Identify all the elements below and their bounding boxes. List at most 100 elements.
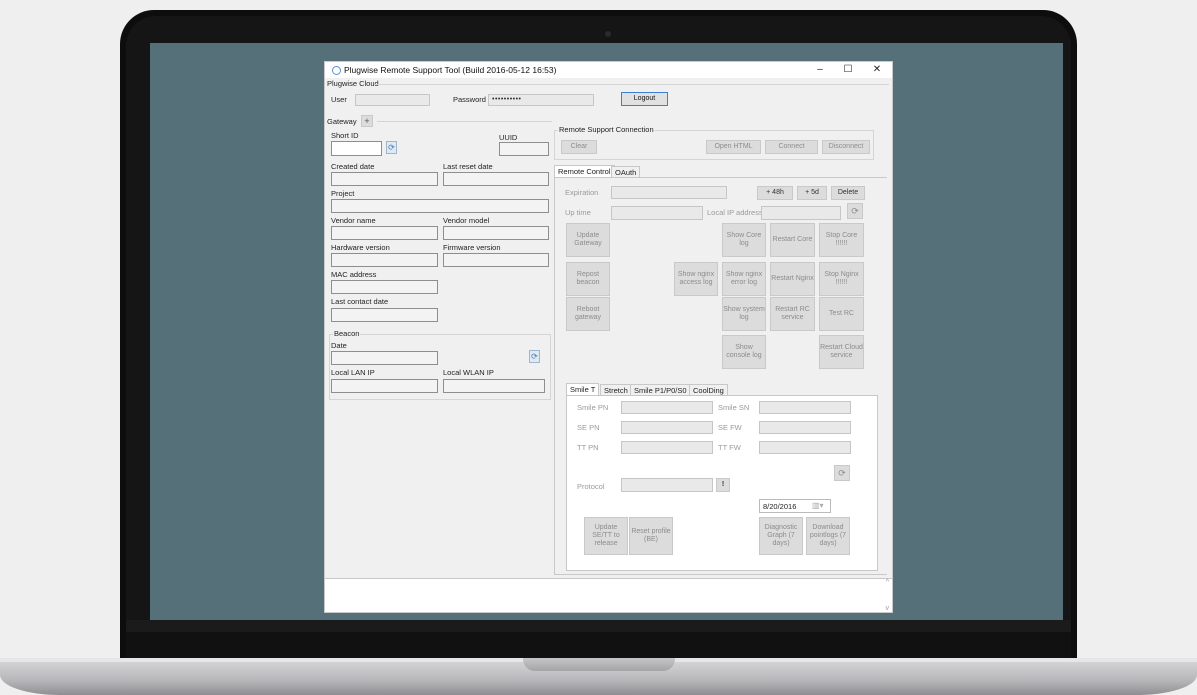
password-field[interactable]: •••••••••• xyxy=(488,94,594,106)
tt-pn-label: TT PN xyxy=(577,443,599,452)
created-date-field[interactable] xyxy=(331,172,438,186)
smile-pn-field[interactable] xyxy=(621,401,713,414)
local-wlan-ip-field[interactable] xyxy=(443,379,545,393)
title-bar[interactable]: Plugwise Remote Support Tool (Build 2016… xyxy=(325,62,892,78)
restart-core-button[interactable]: Restart Core xyxy=(770,223,815,257)
reboot-gateway-button[interactable]: Reboot gateway xyxy=(566,297,610,331)
update-gateway-button[interactable]: Update Gateway xyxy=(566,223,610,257)
se-pn-label: SE PN xyxy=(577,423,600,432)
vendor-model-label: Vendor model xyxy=(443,216,490,225)
date-picker[interactable]: 8/20/2016 ▥▾ xyxy=(759,499,831,513)
local-ip-refresh-icon[interactable]: ⟳ xyxy=(847,203,863,219)
vendor-model-field[interactable] xyxy=(443,226,549,240)
camera-icon xyxy=(605,31,611,37)
screen: Plugwise Remote Support Tool (Build 2016… xyxy=(150,43,1063,620)
local-ip-label: Local IP address xyxy=(707,208,763,217)
show-core-log-button[interactable]: Show Core log xyxy=(722,223,766,257)
close-button[interactable]: ✕ xyxy=(864,63,890,77)
open-html-button[interactable]: Open HTML xyxy=(706,140,761,154)
local-lan-ip-field[interactable] xyxy=(331,379,438,393)
vendor-name-field[interactable] xyxy=(331,226,438,240)
mac-address-field[interactable] xyxy=(331,280,438,294)
firmware-version-field[interactable] xyxy=(443,253,549,267)
scroll-down-icon[interactable]: v xyxy=(886,605,890,612)
remote-support-label: Remote Support Connection xyxy=(558,125,655,134)
laptop-chin xyxy=(126,620,1071,660)
add-gateway-button[interactable]: + xyxy=(361,115,373,127)
uuid-field[interactable] xyxy=(499,142,549,156)
gateway-group-label: Gateway xyxy=(327,117,357,126)
smile-pn-label: Smile PN xyxy=(577,403,609,412)
download-pointlogs-button[interactable]: Download pointlogs (7 days) xyxy=(806,517,850,555)
password-value: •••••••••• xyxy=(492,96,522,103)
uuid-label: UUID xyxy=(499,133,518,142)
plus-48h-button[interactable]: + 48h xyxy=(757,186,793,200)
stop-core-button[interactable]: Stop Core !!!!!! xyxy=(819,223,864,257)
show-nginx-error-log-button[interactable]: Show nginx error log xyxy=(722,262,766,296)
project-field[interactable] xyxy=(331,199,549,213)
se-fw-label: SE FW xyxy=(718,423,742,432)
show-system-log-button[interactable]: Show system log xyxy=(722,297,766,331)
window-title: Plugwise Remote Support Tool (Build 2016… xyxy=(344,65,557,75)
uptime-label: Up time xyxy=(565,208,591,217)
short-id-label: Short ID xyxy=(331,131,359,140)
maximize-button[interactable]: ☐ xyxy=(835,63,861,77)
smile-sn-label: Smile SN xyxy=(718,403,750,412)
cloud-group-label: Plugwise Cloud xyxy=(327,79,379,88)
short-id-field[interactable] xyxy=(331,141,382,156)
beacon-refresh-icon[interactable]: ⟳ xyxy=(529,350,540,363)
clear-button[interactable]: Clear xyxy=(561,140,597,154)
created-date-label: Created date xyxy=(331,162,375,171)
stop-nginx-button[interactable]: Stop Nginx !!!!!! xyxy=(819,262,864,296)
minimize-button[interactable]: – xyxy=(807,63,833,77)
local-ip-field[interactable] xyxy=(761,206,841,220)
refresh-icon[interactable]: ⟳ xyxy=(386,141,397,154)
beacon-date-field[interactable] xyxy=(331,351,438,365)
show-console-log-button[interactable]: Show console log xyxy=(722,335,766,369)
uptime-field[interactable] xyxy=(611,206,703,220)
delete-button[interactable]: Delete xyxy=(831,186,865,200)
user-field[interactable] xyxy=(355,94,430,106)
last-contact-label: Last contact date xyxy=(331,297,389,306)
log-output[interactable]: ^ v xyxy=(325,578,892,612)
repost-beacon-button[interactable]: Repost beacon xyxy=(566,262,610,296)
se-fw-field[interactable] xyxy=(759,421,851,434)
logout-button[interactable]: Logout xyxy=(621,92,668,106)
disconnect-button[interactable]: Disconnect xyxy=(822,140,870,154)
update-se-tt-button[interactable]: Update SE/TT to release xyxy=(584,517,628,555)
laptop-notch xyxy=(523,658,675,671)
smile-refresh-icon[interactable]: ⟳ xyxy=(834,465,850,481)
mac-address-label: MAC address xyxy=(331,270,377,279)
restart-rc-service-button[interactable]: Restart RC service xyxy=(770,297,815,331)
diagnostic-graph-button[interactable]: Diagnostic Graph (7 days) xyxy=(759,517,803,555)
protocol-label: Protocol xyxy=(577,482,605,491)
local-lan-ip-label: Local LAN IP xyxy=(331,368,375,377)
se-pn-field[interactable] xyxy=(621,421,713,434)
last-reset-field[interactable] xyxy=(443,172,549,186)
local-wlan-ip-label: Local WLAN IP xyxy=(443,368,494,377)
hardware-version-label: Hardware version xyxy=(331,243,390,252)
reset-profile-button[interactable]: Reset profile (BE) xyxy=(629,517,673,555)
firmware-version-label: Firmware version xyxy=(443,243,501,252)
expiration-field[interactable] xyxy=(611,186,727,199)
hardware-version-field[interactable] xyxy=(331,253,438,267)
scroll-up-icon[interactable]: ^ xyxy=(886,579,889,586)
tt-fw-field[interactable] xyxy=(759,441,851,454)
smile-sn-field[interactable] xyxy=(759,401,851,414)
test-rc-button[interactable]: Test RC xyxy=(819,297,864,331)
tt-pn-field[interactable] xyxy=(621,441,713,454)
vendor-name-label: Vendor name xyxy=(331,216,376,225)
restart-cloud-service-button[interactable]: Restart Cloud service xyxy=(819,335,864,369)
last-contact-field[interactable] xyxy=(331,308,438,322)
app-icon xyxy=(332,66,341,75)
expiration-label: Expiration xyxy=(565,188,599,197)
protocol-warning-button[interactable]: ! xyxy=(716,478,730,492)
gateway-group-line xyxy=(377,121,552,122)
restart-nginx-button[interactable]: Restart Nginx xyxy=(770,262,815,296)
project-label: Project xyxy=(331,189,355,198)
calendar-dropdown-icon[interactable]: ▥▾ xyxy=(812,501,824,510)
protocol-field[interactable] xyxy=(621,478,713,492)
connect-button[interactable]: Connect xyxy=(765,140,818,154)
show-nginx-access-log-button[interactable]: Show nginx access log xyxy=(674,262,718,296)
plus-5d-button[interactable]: + 5d xyxy=(797,186,827,200)
